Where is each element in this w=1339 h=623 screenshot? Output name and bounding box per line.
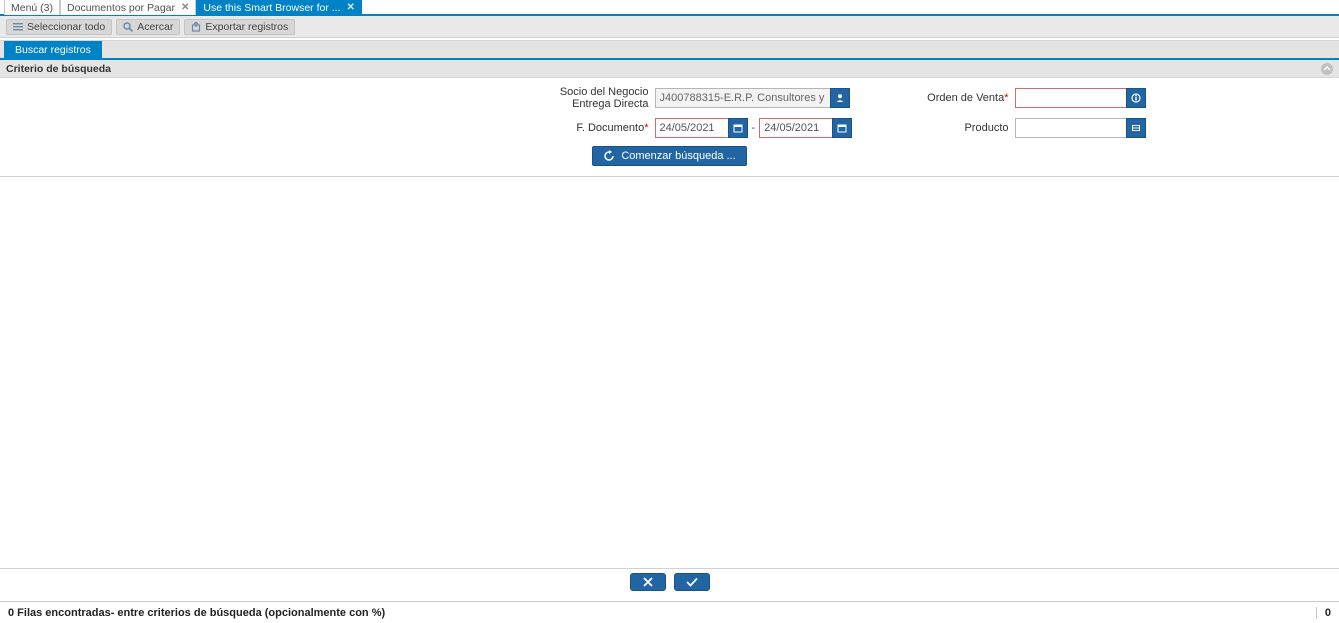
tab-buscar-registros[interactable]: Buscar registros [4,41,102,59]
status-bar: 0 Filas encontradas- entre criterios de … [0,601,1339,623]
required-marker: * [644,122,648,134]
bpartner-input[interactable] [655,88,831,108]
tab-smart-browser-label: Use this Smart Browser for ... [203,2,340,14]
check-icon [685,576,699,588]
zoom-icon [123,22,133,32]
person-icon [835,93,845,103]
select-all-button[interactable]: Seleccionar todo [6,19,112,35]
tab-menu[interactable]: Menú (3) [4,0,60,15]
zoom-button[interactable]: Acercar [116,19,180,35]
field-bpartner [655,88,855,108]
doc-date-from-input[interactable] [655,118,729,138]
toolbar: Seleccionar todo Acercar Exportar regist… [0,16,1339,38]
criteria-title: Criterio de búsqueda [6,63,111,75]
ok-button[interactable] [674,573,710,591]
sales-order-lookup-button[interactable] [1126,88,1146,108]
main-tabs: Menú (3) Documentos por Pagar ✕ Use this… [0,0,1339,16]
refresh-icon [603,150,615,162]
product-input[interactable] [1015,118,1127,138]
status-count: 0 [1316,607,1331,619]
list-icon [13,22,23,32]
search-criteria-form: Socio del Negocio Entrega Directa Orden … [0,78,1339,177]
doc-date-to-input[interactable] [759,118,833,138]
collapse-icon[interactable] [1321,63,1333,75]
tab-documentos-por-pagar[interactable]: Documentos por Pagar ✕ [60,0,196,15]
criteria-header: Criterio de búsqueda [0,60,1339,78]
calendar-icon [733,123,743,133]
export-label: Exportar registros [205,21,288,33]
product-icon [1131,123,1141,133]
cancel-button[interactable] [630,573,666,591]
date-to-picker-button[interactable] [832,118,852,138]
bpartner-lookup-button[interactable] [830,88,850,108]
label-sales-order: Orden de Venta* [855,92,1015,104]
date-from-picker-button[interactable] [728,118,748,138]
sub-tabs: Buscar registros [0,40,1339,60]
zoom-label: Acercar [137,21,173,33]
label-product: Producto [855,122,1015,134]
label-bpartner: Socio del Negocio Entrega Directa [205,86,655,110]
label-doc-date: F. Documento* [205,122,655,134]
subtab-label: Buscar registros [15,44,91,56]
required-marker: * [1004,92,1008,104]
label-doc-date-text: F. Documento [576,122,644,134]
tab-smart-browser[interactable]: Use this Smart Browser for ... ✕ [196,0,362,15]
start-search-label: Comenzar búsqueda ... [621,150,735,162]
date-range-separator: - [752,122,756,134]
start-search-button[interactable]: Comenzar búsqueda ... [592,146,746,166]
close-icon[interactable]: ✕ [181,2,189,13]
label-bpartner-text: Socio del Negocio Entrega Directa [549,86,649,110]
field-sales-order [1015,88,1215,108]
bottom-action-bar [0,568,1339,595]
x-icon [642,576,654,588]
export-icon [191,22,201,32]
calendar-icon [837,123,847,133]
sales-order-input[interactable] [1015,88,1127,108]
info-icon [1131,93,1141,103]
status-message: 0 Filas encontradas- entre criterios de … [8,607,385,619]
field-doc-date: - [655,118,855,138]
field-product [1015,118,1215,138]
tab-menu-label: Menú (3) [11,2,53,14]
tab-documentos-label: Documentos por Pagar [67,2,175,14]
label-product-text: Producto [964,122,1008,134]
select-all-label: Seleccionar todo [27,21,105,33]
product-lookup-button[interactable] [1126,118,1146,138]
label-sales-order-text: Orden de Venta [927,92,1004,104]
close-icon[interactable]: ✕ [347,2,355,13]
export-button[interactable]: Exportar registros [184,19,295,35]
